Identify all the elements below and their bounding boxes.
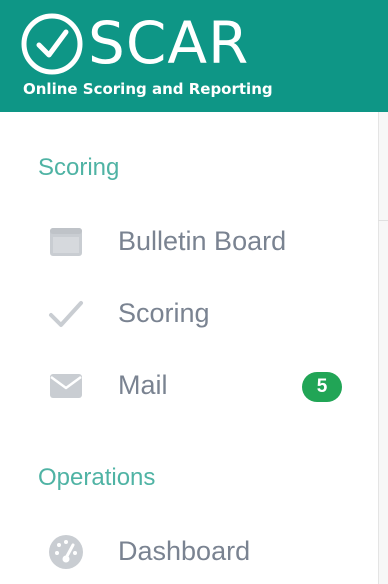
oscar-logo[interactable]: SCAR Online Scoring and Reporting bbox=[20, 9, 290, 100]
page: SCAR Online Scoring and Reporting Scorin… bbox=[0, 0, 388, 584]
brand-header: SCAR Online Scoring and Reporting bbox=[0, 0, 388, 112]
dashboard-gauge-icon bbox=[48, 534, 84, 570]
sidebar-item-label: Mail bbox=[118, 370, 168, 400]
mail-icon bbox=[48, 368, 84, 404]
section-title-operations: Operations bbox=[38, 464, 156, 491]
section-title-scoring: Scoring bbox=[38, 154, 120, 181]
sidebar-item-bulletin-board[interactable]: Bulletin Board bbox=[0, 206, 378, 278]
bulletin-board-icon bbox=[48, 224, 84, 260]
sidebar-item-scoring[interactable]: Scoring bbox=[0, 278, 378, 350]
sidebar-item-label: Bulletin Board bbox=[118, 226, 287, 256]
sidebar-item-mail[interactable]: Mail 5 bbox=[0, 350, 378, 422]
logo-tagline: Online Scoring and Reporting bbox=[23, 80, 273, 98]
divider bbox=[378, 220, 388, 221]
main-content-edge bbox=[378, 112, 388, 584]
sidebar-item-label: Dashboard bbox=[118, 536, 251, 566]
sidebar: Scoring Bulletin Board Scoring Mail 5 Op… bbox=[0, 112, 378, 584]
logo-wordmark: SCAR bbox=[88, 9, 250, 77]
logo-check-circle-icon bbox=[21, 13, 83, 75]
mail-count-badge: 5 bbox=[302, 372, 342, 402]
sidebar-item-dashboard[interactable]: Dashboard bbox=[0, 516, 378, 584]
checkmark-icon bbox=[48, 296, 84, 332]
sidebar-item-label: Scoring bbox=[118, 298, 210, 328]
